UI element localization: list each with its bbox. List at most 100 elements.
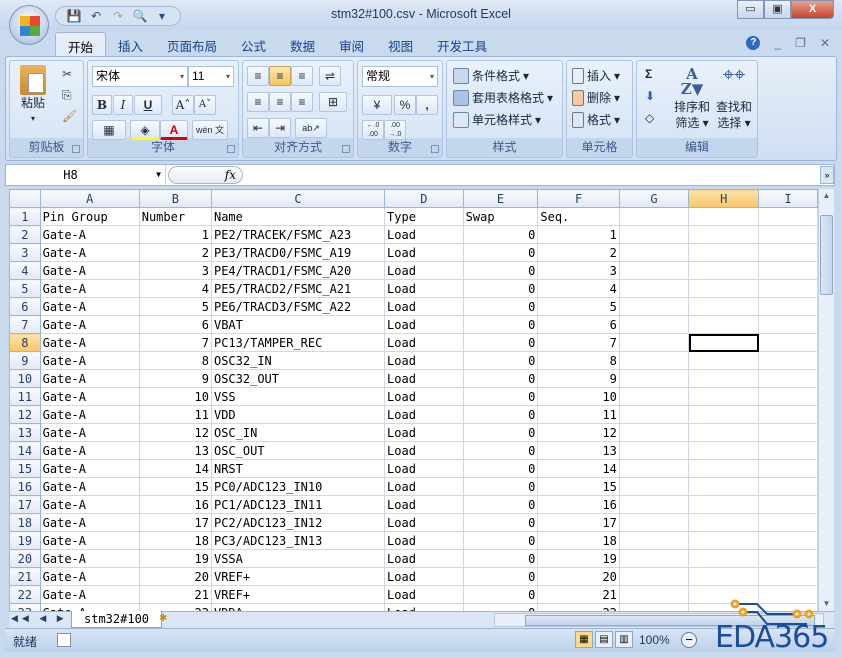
insert-function-button[interactable]: fx: [168, 166, 243, 184]
cell-A1[interactable]: Pin Group: [39, 207, 140, 226]
paste-button[interactable]: 粘贴 ▾: [16, 65, 50, 127]
dialog-launcher-icon[interactable]: [431, 145, 439, 153]
cell-C17[interactable]: PC1/ADC123_IN11: [210, 495, 386, 514]
column-header-C[interactable]: C: [210, 189, 386, 208]
tab-7[interactable]: 开发工具: [425, 32, 499, 56]
cell-G20[interactable]: [618, 549, 690, 568]
shrink-font-button[interactable]: A˅: [194, 95, 216, 115]
cell-I13[interactable]: [758, 423, 818, 442]
align-center-button[interactable]: ≡: [269, 92, 291, 112]
customize-qat-icon[interactable]: ▾: [154, 9, 170, 23]
increase-indent-button[interactable]: ⇥: [269, 118, 291, 138]
cell-B10[interactable]: 9: [138, 369, 212, 388]
row-header[interactable]: 15: [9, 459, 41, 478]
cell-I20[interactable]: [758, 549, 818, 568]
cell-C16[interactable]: PC0/ADC123_IN10: [210, 477, 386, 496]
cell-B5[interactable]: 4: [138, 279, 212, 298]
align-bottom-button[interactable]: ≡: [291, 66, 313, 86]
cell-A23[interactable]: Gate-A: [39, 603, 140, 611]
cell-C2[interactable]: PE2/TRACEK/FSMC_A23: [210, 225, 386, 244]
cell-A12[interactable]: Gate-A: [39, 405, 140, 424]
close-button[interactable]: X: [791, 0, 834, 19]
cell-C14[interactable]: OSC_OUT: [210, 441, 386, 460]
row-header[interactable]: 11: [9, 387, 41, 406]
row-header[interactable]: 7: [9, 315, 41, 334]
row-header[interactable]: 19: [9, 531, 41, 550]
cell-G23[interactable]: [618, 603, 690, 611]
cell-I6[interactable]: [758, 297, 818, 316]
cell-G16[interactable]: [618, 477, 690, 496]
dialog-launcher-icon[interactable]: [342, 145, 350, 153]
cell-E18[interactable]: 0: [462, 513, 539, 532]
cell-H19[interactable]: [688, 531, 760, 550]
cell-C19[interactable]: PC3/ADC123_IN13: [210, 531, 386, 550]
cell-I18[interactable]: [758, 513, 818, 532]
dialog-launcher-icon[interactable]: [72, 145, 80, 153]
phonetic-button[interactable]: wén 文: [192, 120, 228, 140]
cell-I3[interactable]: [758, 243, 818, 262]
select-all-corner[interactable]: [9, 189, 41, 208]
ribbon-minimize-icon[interactable]: _: [774, 36, 781, 50]
cell-C6[interactable]: PE6/TRACD3/FSMC_A22: [210, 297, 386, 316]
cell-F9[interactable]: 8: [537, 351, 620, 370]
vertical-scroll-thumb[interactable]: [820, 215, 833, 295]
cell-C8[interactable]: PC13/TAMPER_REC: [210, 333, 386, 352]
format-painter-icon[interactable]: 🖌: [62, 109, 77, 123]
cell-H9[interactable]: [688, 351, 760, 370]
cell-G17[interactable]: [618, 495, 690, 514]
grow-font-button[interactable]: A˄: [172, 95, 194, 115]
cell-A16[interactable]: Gate-A: [39, 477, 140, 496]
sort-filter-button[interactable]: A Z▼ 排序和筛选 ▾: [671, 67, 713, 131]
cut-icon[interactable]: ✂: [62, 67, 72, 81]
cell-C20[interactable]: VSSA: [210, 549, 386, 568]
decrease-indent-button[interactable]: ⇤: [247, 118, 269, 138]
cell-H1[interactable]: [688, 207, 760, 226]
cell-I9[interactable]: [758, 351, 818, 370]
row-header[interactable]: 14: [9, 441, 41, 460]
cell-A17[interactable]: Gate-A: [39, 495, 140, 514]
cell-D23[interactable]: Load: [384, 603, 464, 611]
row-header[interactable]: 6: [9, 297, 41, 316]
cell-E6[interactable]: 0: [462, 297, 539, 316]
cell-A6[interactable]: Gate-A: [39, 297, 140, 316]
wrap-text-button[interactable]: ⇌: [319, 66, 341, 86]
scroll-up-icon[interactable]: ▲: [820, 189, 833, 203]
cell-B12[interactable]: 11: [138, 405, 212, 424]
tab-3[interactable]: 公式: [229, 32, 278, 56]
cell-F8[interactable]: 7: [537, 333, 620, 352]
cell-H12[interactable]: [688, 405, 760, 424]
cell-H3[interactable]: [688, 243, 760, 262]
cell-F20[interactable]: 19: [537, 549, 620, 568]
row-header[interactable]: 2: [9, 225, 41, 244]
insert-sheet-icon[interactable]: ✱: [159, 613, 181, 627]
cell-E13[interactable]: 0: [462, 423, 539, 442]
increase-decimal-button[interactable]: ←.0 .00: [362, 120, 384, 140]
cell-G8[interactable]: [618, 333, 690, 352]
cell-G9[interactable]: [618, 351, 690, 370]
cell-D10[interactable]: Load: [384, 369, 464, 388]
cell-I1[interactable]: [758, 207, 818, 226]
cell-G5[interactable]: [618, 279, 690, 298]
tab-1[interactable]: 插入: [106, 32, 155, 56]
undo-icon[interactable]: ↶: [88, 9, 104, 23]
cell-E14[interactable]: 0: [462, 441, 539, 460]
cell-D8[interactable]: Load: [384, 333, 464, 352]
cell-F17[interactable]: 16: [537, 495, 620, 514]
align-left-button[interactable]: ≡: [247, 92, 269, 112]
percent-button[interactable]: %: [394, 95, 416, 115]
cell-D16[interactable]: Load: [384, 477, 464, 496]
column-header-B[interactable]: B: [138, 189, 212, 208]
cell-H17[interactable]: [688, 495, 760, 514]
cell-F10[interactable]: 9: [537, 369, 620, 388]
cell-A22[interactable]: Gate-A: [39, 585, 140, 604]
cell-I12[interactable]: [758, 405, 818, 424]
clear-button[interactable]: ◇: [645, 111, 654, 125]
cell-D11[interactable]: Load: [384, 387, 464, 406]
cell-F18[interactable]: 17: [537, 513, 620, 532]
cell-D6[interactable]: Load: [384, 297, 464, 316]
cell-C10[interactable]: OSC32_OUT: [210, 369, 386, 388]
cell-C12[interactable]: VDD: [210, 405, 386, 424]
cell-H21[interactable]: [688, 567, 760, 586]
zoom-out-button[interactable]: −: [681, 632, 697, 648]
cell-H4[interactable]: [688, 261, 760, 280]
